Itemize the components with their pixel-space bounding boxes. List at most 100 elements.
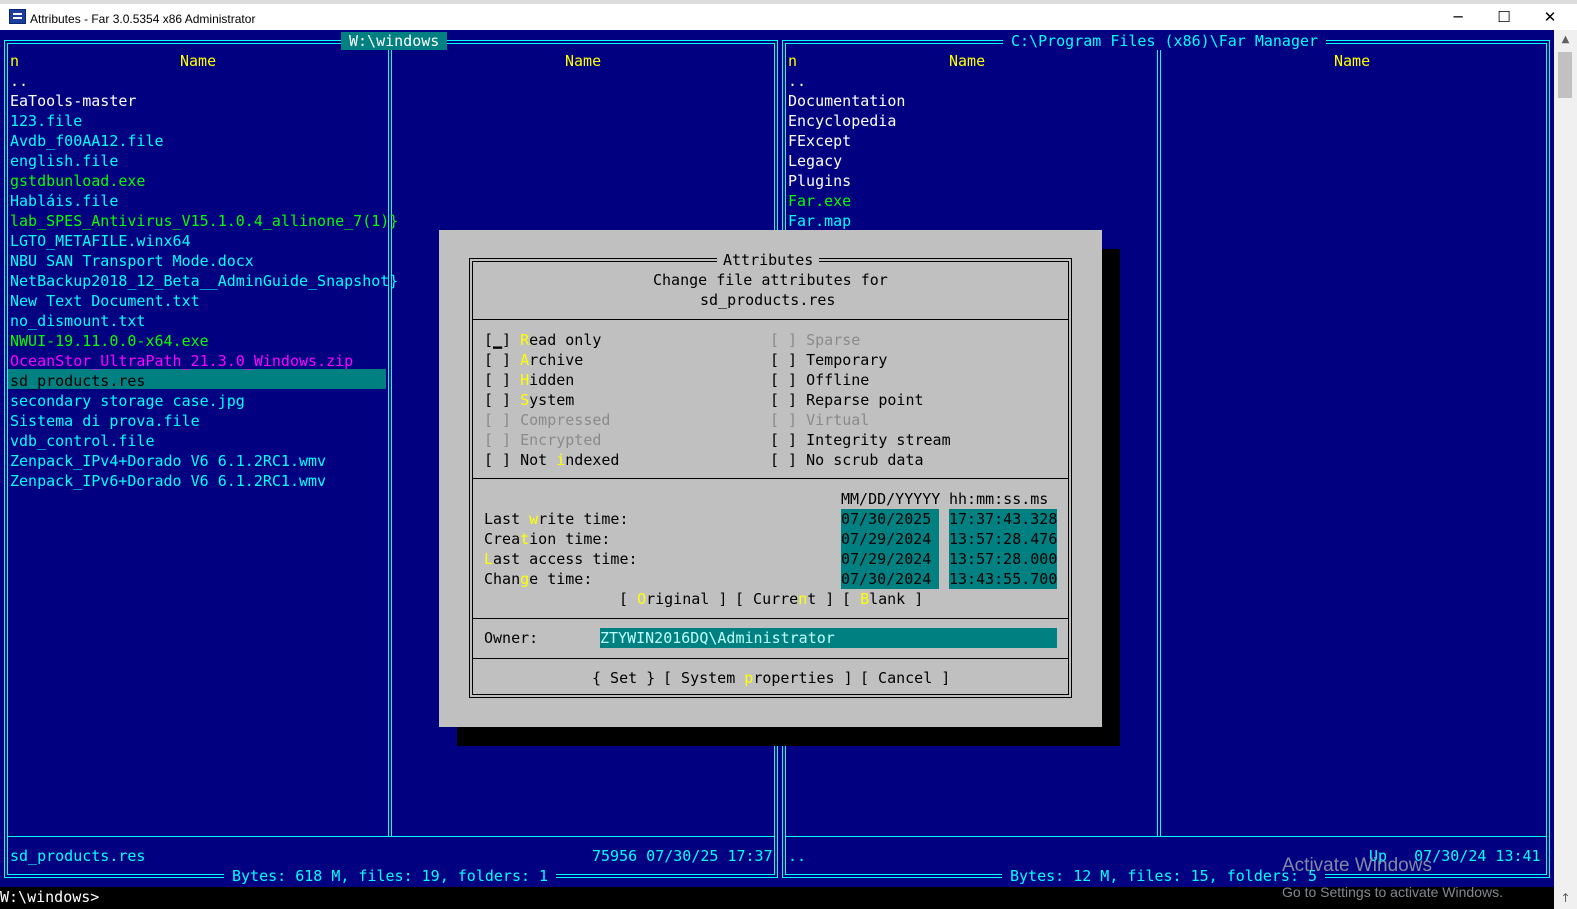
time-row[interactable]: Last write time: 07/30/2025 17:37:43.328 [484, 509, 1059, 529]
time-field[interactable]: 17:37:43.328 [949, 509, 1057, 529]
checkbox[interactable]: [ ] [484, 371, 520, 389]
file-item[interactable]: Zenpack_IPv4+Dorado V6 6.1.2RC1.wmv [10, 451, 398, 471]
file-item[interactable]: Zenpack_IPv6+Dorado V6 6.1.2RC1.wmv [10, 471, 398, 491]
time-field[interactable]: 13:43:55.700 [949, 569, 1057, 589]
checkbox[interactable]: [ ] [484, 391, 520, 409]
owner-field[interactable]: ZTYWIN2016DQ\Administrator [600, 628, 1057, 648]
file-item[interactable]: no_dismount.txt [10, 311, 398, 331]
right-panel-status-separator [786, 836, 1546, 837]
attributes-dialog[interactable]: Attributes Change file attributes for sd… [439, 230, 1102, 727]
file-item-selected[interactable]: sd_products.res [10, 371, 398, 391]
console-scrollbar[interactable] [1554, 30, 1577, 909]
attribute-checkbox[interactable]: [ ] Archive [484, 350, 619, 370]
file-item[interactable]: Sistema di prova.file [10, 411, 398, 431]
hotkey-letter: S [520, 391, 530, 409]
right-sort-indicator[interactable]: n [788, 51, 797, 71]
checkbox-label: rchive [529, 351, 584, 369]
attribute-checkbox[interactable]: [ ] Integrity stream [770, 430, 951, 450]
attribute-checkbox[interactable]: [ ] Hidden [484, 370, 619, 390]
file-item[interactable]: OceanStor_UltraPath_21.3.0_Windows.zip [10, 351, 398, 371]
minimize-button[interactable]: ─ [1435, 4, 1481, 30]
file-item[interactable]: Documentation [788, 91, 905, 111]
time-field[interactable]: 13:57:28.476 [949, 529, 1057, 549]
time-label-text: Last [484, 510, 530, 528]
left-col1-header[interactable]: Name [180, 51, 216, 71]
left-file-list[interactable]: .. EaTools-master 123.file Avdb_f00AA12.fil… [10, 71, 398, 491]
set-button[interactable]: { Set } [592, 668, 655, 688]
file-item[interactable]: NWUI-19.11.0.0-x64.exe [10, 331, 398, 351]
file-item[interactable]: Encyclopedia [788, 111, 905, 131]
right-panel-path[interactable]: C:\Program Files (x86)\Far Manager [1003, 31, 1327, 51]
close-button[interactable]: ✕ [1527, 4, 1573, 30]
date-field[interactable]: 07/30/2025 [841, 509, 939, 529]
attribute-checkbox[interactable]: [ ] Offline [770, 370, 951, 390]
file-item[interactable]: Far.exe [788, 191, 905, 211]
dialog-separator [473, 618, 1068, 619]
scrollbar-thumb[interactable] [1558, 52, 1572, 98]
attribute-checkbox[interactable]: [▁] Read only [484, 330, 619, 350]
file-item[interactable]: gstdbunload.exe [10, 171, 398, 191]
attribute-checkbox[interactable]: [ ] Temporary [770, 350, 951, 370]
left-panel-path[interactable]: W:\windows [341, 31, 448, 51]
times-block[interactable]: Last write time: 07/30/2025 17:37:43.328 Cr… [484, 509, 1059, 589]
right-col1-header[interactable]: Name [949, 51, 985, 71]
window-title: Attributes - Far 3.0.5354 x86 Administra… [30, 12, 256, 26]
checkbox-label: idden [529, 371, 575, 389]
blank-button[interactable]: [ Blank ] [842, 589, 923, 609]
file-item[interactable]: Plugins [788, 171, 905, 191]
original-button[interactable]: [ Original ] [619, 589, 727, 609]
time-label: Creation time: [484, 530, 610, 548]
title-bar[interactable]: Attributes - Far 3.0.5354 x86 Administra… [0, 4, 1577, 30]
file-item[interactable]: vdb_control.file [10, 431, 398, 451]
attribute-checkbox[interactable]: [ ] No scrub data [770, 450, 951, 470]
right-file-list[interactable]: .. Documentation Encyclopedia FExcept Legacy… [788, 71, 905, 231]
date-field[interactable]: 07/29/2024 [841, 549, 939, 569]
date-field[interactable]: 07/30/2024 [841, 569, 939, 589]
file-item[interactable]: Habláis.file [10, 191, 398, 211]
file-item[interactable]: secondary storage case.jpg [10, 391, 398, 411]
file-item[interactable]: NBU SAN Transport Mode.docx [10, 251, 398, 271]
file-item[interactable]: LGTO_METAFILE.winx64 [10, 231, 398, 251]
time-field[interactable]: 13:57:28.000 [949, 549, 1057, 569]
maximize-button[interactable]: ☐ [1481, 4, 1527, 30]
left-col2-header[interactable]: Name [565, 51, 601, 71]
attributes-left-column[interactable]: [▁] Read only[ ] Archive[ ] Hidden[ ] Sy… [484, 330, 619, 470]
file-item[interactable]: lab_SPES_Antivirus_V15.1.0.4_allinone_7(… [10, 211, 398, 231]
system-properties-button[interactable]: [ System properties ] [663, 668, 853, 688]
file-item[interactable]: 123.file [10, 111, 398, 131]
current-button[interactable]: [ Current ] [735, 589, 834, 609]
file-item[interactable]: New Text Document.txt [10, 291, 398, 311]
checkbox: [ ] [484, 431, 521, 449]
file-item[interactable]: FExcept [788, 131, 905, 151]
attribute-checkbox: [ ] Compressed [484, 410, 619, 430]
attributes-right-column[interactable]: [ ] Sparse[ ] Temporary[ ] Offline[ ] Re… [770, 330, 951, 470]
file-item[interactable]: .. [788, 71, 905, 91]
right-panel-summary: Bytes: 12 M, files: 15, folders: 5 [1002, 866, 1326, 886]
time-label-text: ion time: [529, 530, 611, 548]
checkbox[interactable]: [ ] [484, 351, 520, 369]
cancel-button[interactable]: [ Cancel ] [860, 668, 950, 688]
file-item[interactable]: Legacy [788, 151, 905, 171]
right-col2-header[interactable]: Name [1334, 51, 1370, 71]
file-item[interactable]: Far.map [788, 211, 905, 231]
time-row[interactable]: Change time: 07/30/2024 13:43:55.700 [484, 569, 1059, 589]
attribute-checkbox[interactable]: [ ] Reparse point [770, 390, 951, 410]
file-item[interactable]: Avdb_f00AA12.file [10, 131, 398, 151]
file-item[interactable]: EaTools-master [10, 91, 398, 111]
scroll-down-arrow-icon[interactable]: ↑ [1554, 888, 1577, 908]
time-format-header: hh:mm:ss.ms [949, 490, 1049, 508]
scroll-up-arrow-icon[interactable]: ▲ [1554, 30, 1577, 50]
time-row[interactable]: Creation time: 07/29/2024 13:57:28.476 [484, 529, 1059, 549]
attribute-checkbox[interactable]: [ ] System [484, 390, 619, 410]
checkbox[interactable]: [ ] [484, 451, 520, 469]
time-row[interactable]: Last access time: 07/29/2024 13:57:28.000 [484, 549, 1059, 569]
left-sort-indicator[interactable]: n [10, 51, 19, 71]
checkbox[interactable]: [▁] [484, 331, 520, 349]
date-field[interactable]: 07/29/2024 [841, 529, 939, 549]
hotkey-letter: L [484, 550, 494, 568]
file-item[interactable]: english.file [10, 151, 398, 171]
file-item[interactable]: .. [10, 71, 398, 91]
attribute-checkbox[interactable]: [ ] Not indexed [484, 450, 619, 470]
file-item[interactable]: NetBackup2018_12_Beta__AdminGuide_Snapsh… [10, 271, 398, 291]
dialog-separator [473, 478, 1068, 479]
